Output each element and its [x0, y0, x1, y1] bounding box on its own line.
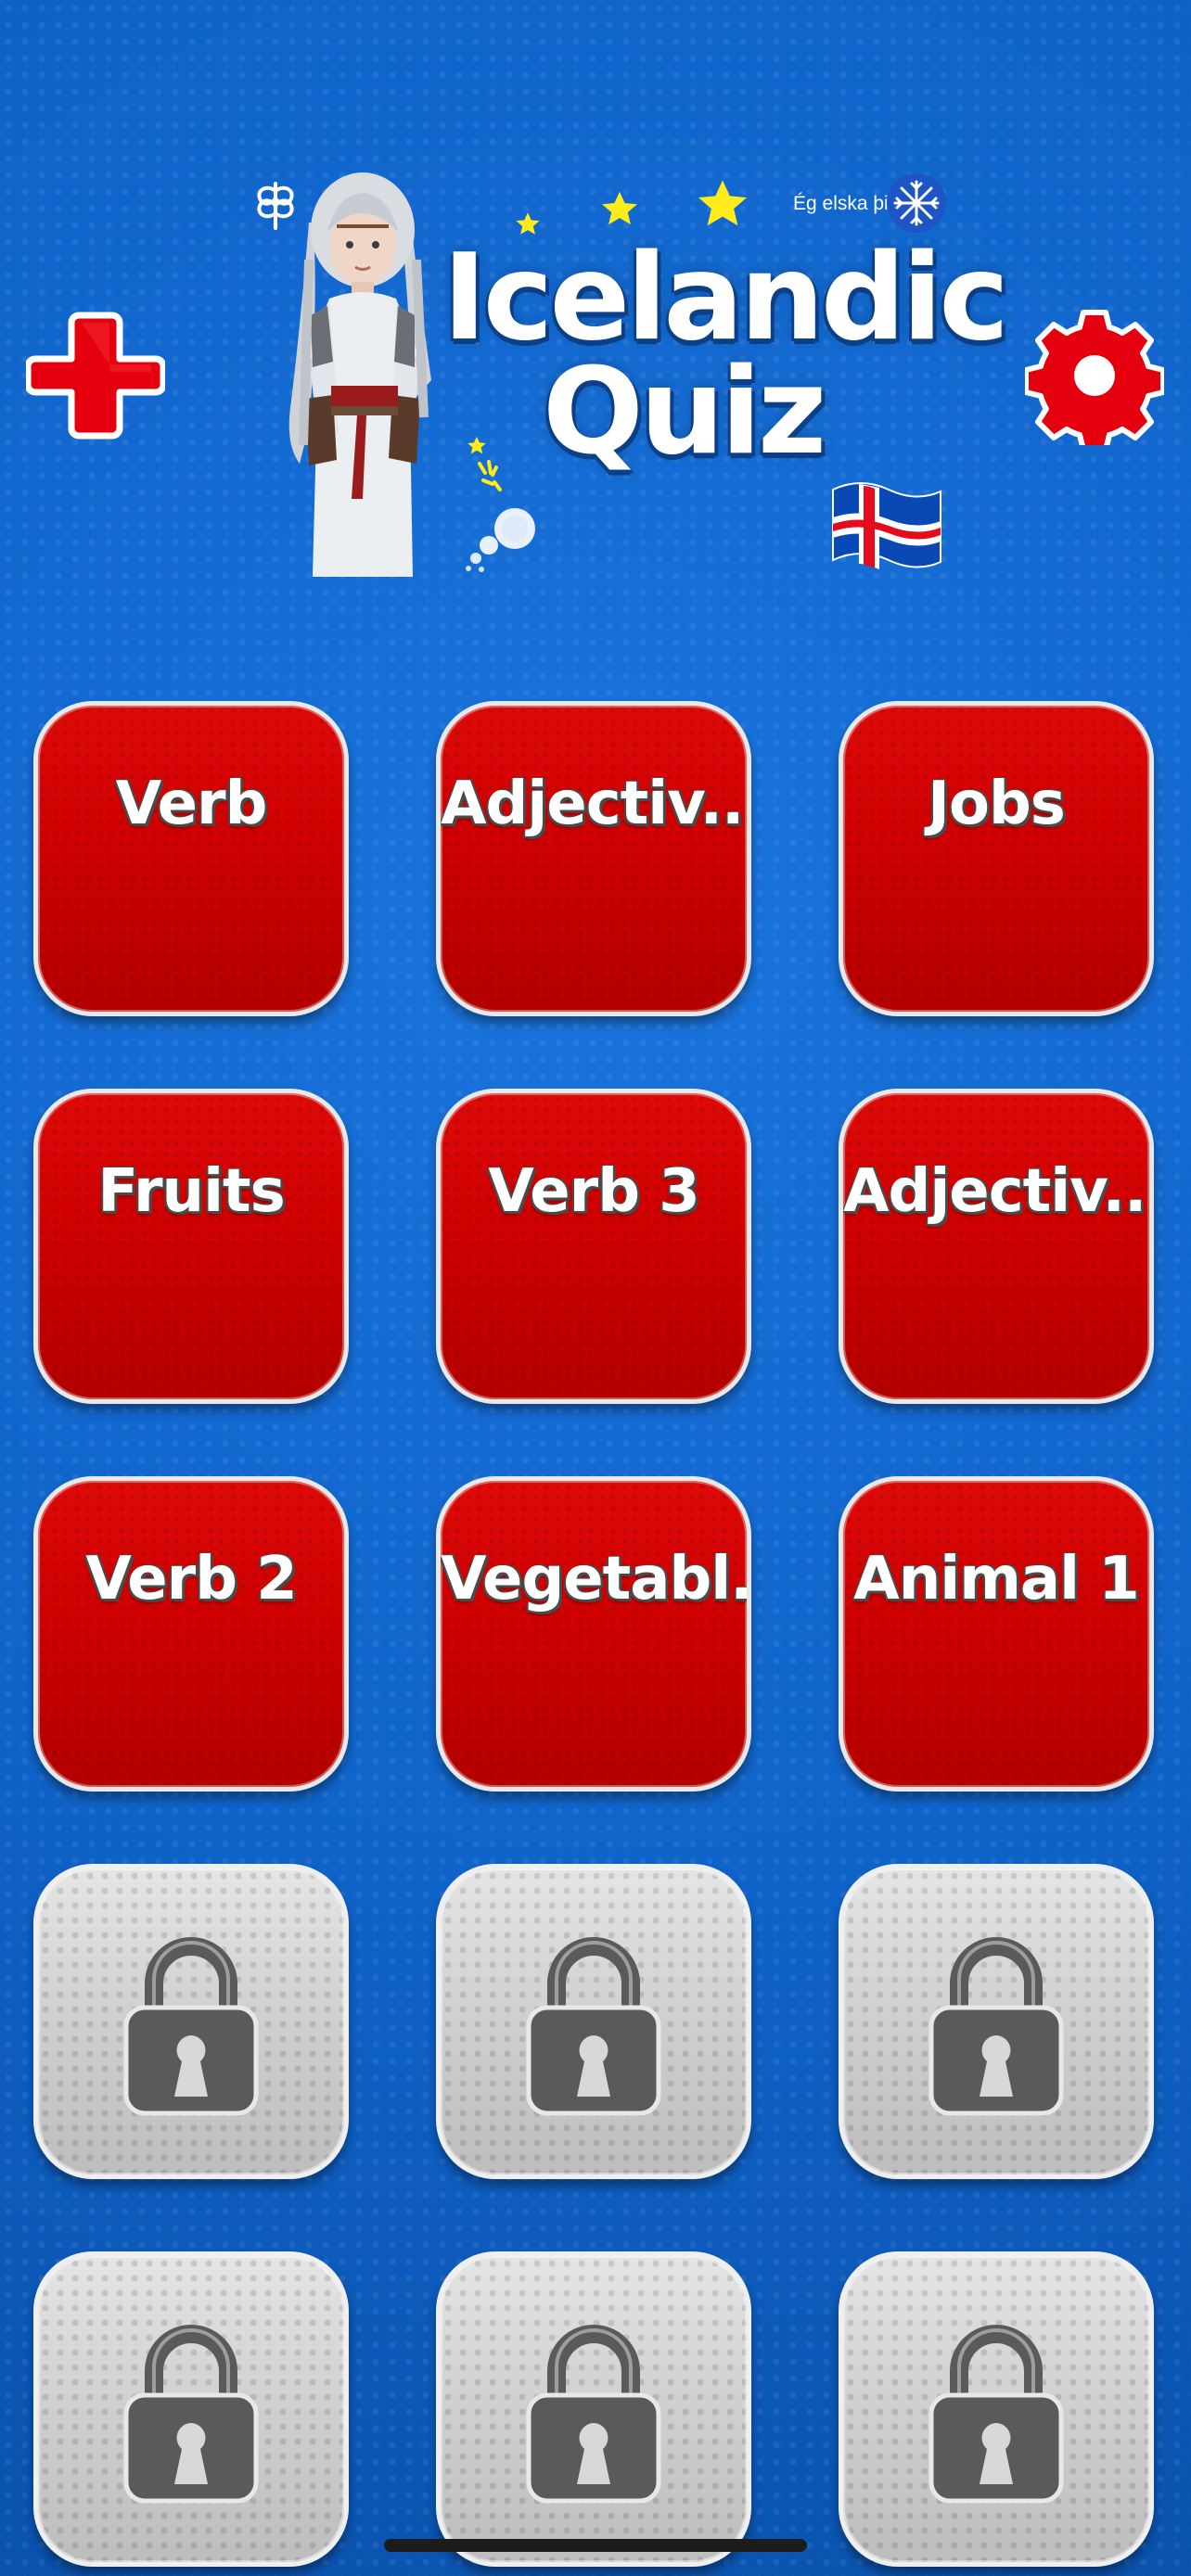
category-tile[interactable]: Vegetabl...: [436, 1476, 751, 1792]
star-icon: [602, 191, 637, 225]
sparkle-icon: [478, 460, 502, 491]
category-label: Vegetabl...: [441, 1545, 747, 1613]
lock-icon: [928, 2325, 1064, 2504]
home-indicator: [384, 2539, 807, 2552]
gear-icon: [1025, 310, 1164, 445]
iceland-flag-icon: [832, 482, 941, 569]
category-label: Animal 1: [853, 1545, 1140, 1613]
lock-icon: [526, 2325, 661, 2504]
plus-icon: [26, 312, 165, 440]
locked-category-tile[interactable]: [436, 2251, 751, 2567]
category-label: Verb: [115, 770, 268, 838]
locked-category-tile[interactable]: [436, 1864, 751, 2179]
icelandic-emblem-icon: [887, 173, 946, 233]
locked-category-tile[interactable]: [33, 1864, 349, 2179]
category-tile[interactable]: Verb: [33, 701, 349, 1016]
bubbles-icon: [466, 508, 535, 572]
header: Icelandic Quiz Ég elska þig: [0, 0, 1191, 612]
locked-category-tile[interactable]: [33, 2251, 349, 2567]
add-button[interactable]: [17, 297, 174, 454]
tagline: Ég elska þig: [793, 193, 900, 214]
category-label: Adjectiv...: [843, 1157, 1149, 1226]
lock-icon: [123, 1937, 259, 2116]
locked-category-tile[interactable]: [839, 2251, 1154, 2567]
category-label: Adjectiv...: [441, 770, 747, 838]
category-tile[interactable]: Verb 3: [436, 1089, 751, 1404]
category-tile[interactable]: Fruits: [33, 1089, 349, 1404]
category-label: Verb 2: [85, 1545, 298, 1613]
category-tile[interactable]: Verb 2: [33, 1476, 349, 1792]
category-tile[interactable]: Animal 1: [839, 1476, 1154, 1792]
star-icon: [467, 436, 486, 454]
lock-icon: [123, 2325, 259, 2504]
locked-category-tile[interactable]: [839, 1864, 1154, 2179]
star-icon: [698, 180, 748, 226]
category-label: Jobs: [928, 770, 1066, 838]
category-tile[interactable]: Adjectiv...: [436, 701, 751, 1016]
lock-icon: [526, 1937, 661, 2116]
app-title-line-2: Quiz: [543, 343, 826, 481]
title-banner: Icelandic Quiz Ég elska þig: [237, 167, 1009, 593]
category-tile[interactable]: Jobs: [839, 701, 1154, 1016]
category-tile[interactable]: Adjectiv...: [839, 1089, 1154, 1404]
category-label: Fruits: [97, 1157, 285, 1226]
settings-button[interactable]: [1016, 297, 1173, 454]
category-label: Verb 3: [488, 1157, 700, 1226]
lock-icon: [928, 1937, 1064, 2116]
